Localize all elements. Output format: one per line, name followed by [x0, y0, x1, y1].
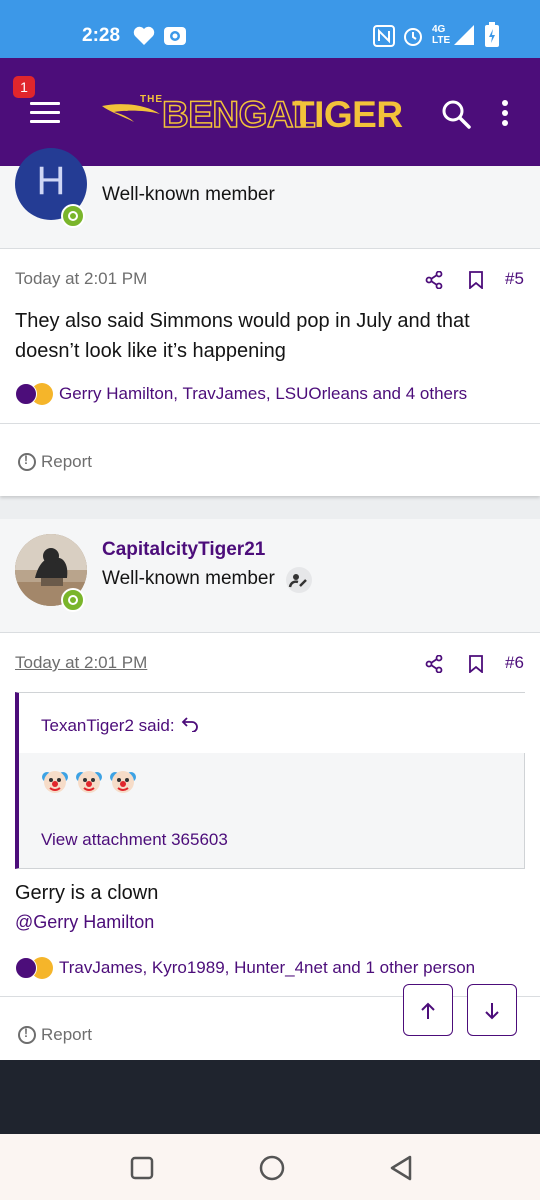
- back-icon[interactable]: [388, 1154, 414, 1182]
- divider: [0, 423, 540, 424]
- user-mention-link[interactable]: @Gerry Hamilton: [15, 912, 154, 933]
- post-number[interactable]: #5: [505, 269, 524, 289]
- clown-emoji-icon: [76, 771, 102, 793]
- logo-the: THE: [140, 94, 163, 105]
- recents-icon[interactable]: [130, 1156, 154, 1180]
- go-to-quote-icon[interactable]: [181, 716, 199, 732]
- network-label: 4G LTE: [432, 24, 451, 46]
- post-date[interactable]: Today at 2:01 PM: [15, 653, 147, 673]
- online-status-icon: [61, 204, 85, 228]
- report-button[interactable]: Report: [18, 452, 92, 472]
- scroll-bottom-button[interactable]: [467, 984, 517, 1036]
- user-title: Well-known member: [102, 568, 275, 589]
- reactions-bar[interactable]: Gerry Hamilton, TravJames, LSUOrleans an…: [15, 381, 467, 407]
- quote-author[interactable]: TexanTiger2 said:: [41, 716, 175, 736]
- like-reaction-icon: [15, 383, 37, 405]
- alarm-icon: [404, 28, 422, 46]
- report-label: Report: [41, 452, 93, 471]
- status-time: 2:28: [82, 25, 121, 46]
- camera-icon: [164, 27, 186, 45]
- site-logo[interactable]: THE BENGAL TIGER: [100, 92, 403, 136]
- report-icon: [18, 453, 36, 471]
- post-number[interactable]: #6: [505, 653, 524, 673]
- bookmark-icon[interactable]: [468, 271, 484, 289]
- footer-band: [0, 1060, 540, 1134]
- like-reaction-icon: [15, 957, 37, 979]
- logo-tiger: TIGER: [292, 94, 403, 135]
- online-status-icon: [61, 588, 85, 612]
- search-icon[interactable]: [440, 98, 472, 130]
- clown-emoji-icon: [42, 771, 68, 793]
- report-icon: [18, 1026, 36, 1044]
- quote-block: TexanTiger2 said: View attachment 365603: [15, 692, 525, 869]
- notification-badge[interactable]: 1: [13, 76, 35, 98]
- reactions-bar[interactable]: TravJames, Kyro1989, Hunter_4net and 1 o…: [15, 955, 475, 981]
- menu-icon[interactable]: [30, 102, 60, 124]
- nfc-icon: [373, 25, 395, 47]
- post-body: They also said Simmons would pop in July…: [15, 310, 470, 362]
- more-options-icon[interactable]: [498, 100, 512, 130]
- post-5: H Well-known member Today at 2:01 PM #5 …: [0, 148, 540, 496]
- report-button[interactable]: Report: [18, 1025, 92, 1045]
- heart-icon: [133, 26, 155, 45]
- reaction-users[interactable]: TravJames, Kyro1989, Hunter_4net and 1 o…: [59, 958, 475, 978]
- reaction-users[interactable]: Gerry Hamilton, TravJames, LSUOrleans an…: [59, 384, 467, 404]
- share-icon[interactable]: [425, 655, 443, 673]
- user-title: Well-known member: [102, 184, 275, 205]
- bookmark-icon[interactable]: [468, 655, 484, 673]
- arrow-down-icon: [485, 1003, 499, 1020]
- post-date[interactable]: Today at 2:01 PM: [15, 269, 147, 289]
- system-nav-bar: [0, 1134, 540, 1200]
- battery-icon: [485, 22, 499, 47]
- scroll-top-button[interactable]: [403, 984, 453, 1036]
- writing-icon: [286, 567, 312, 593]
- arrow-up-icon: [421, 1002, 435, 1019]
- home-icon[interactable]: [258, 1154, 286, 1182]
- attachment-link[interactable]: View attachment 365603: [41, 830, 228, 850]
- clown-emoji-icon: [110, 771, 136, 793]
- share-icon[interactable]: [425, 271, 443, 289]
- username-link[interactable]: CapitalcityTiger21: [102, 539, 265, 561]
- status-bar: 2:28 4G LTE: [0, 0, 540, 58]
- signal-icon: [454, 25, 474, 45]
- report-label: Report: [41, 1025, 93, 1044]
- post-body: Gerry is a clown: [15, 882, 159, 904]
- divider: [0, 996, 540, 997]
